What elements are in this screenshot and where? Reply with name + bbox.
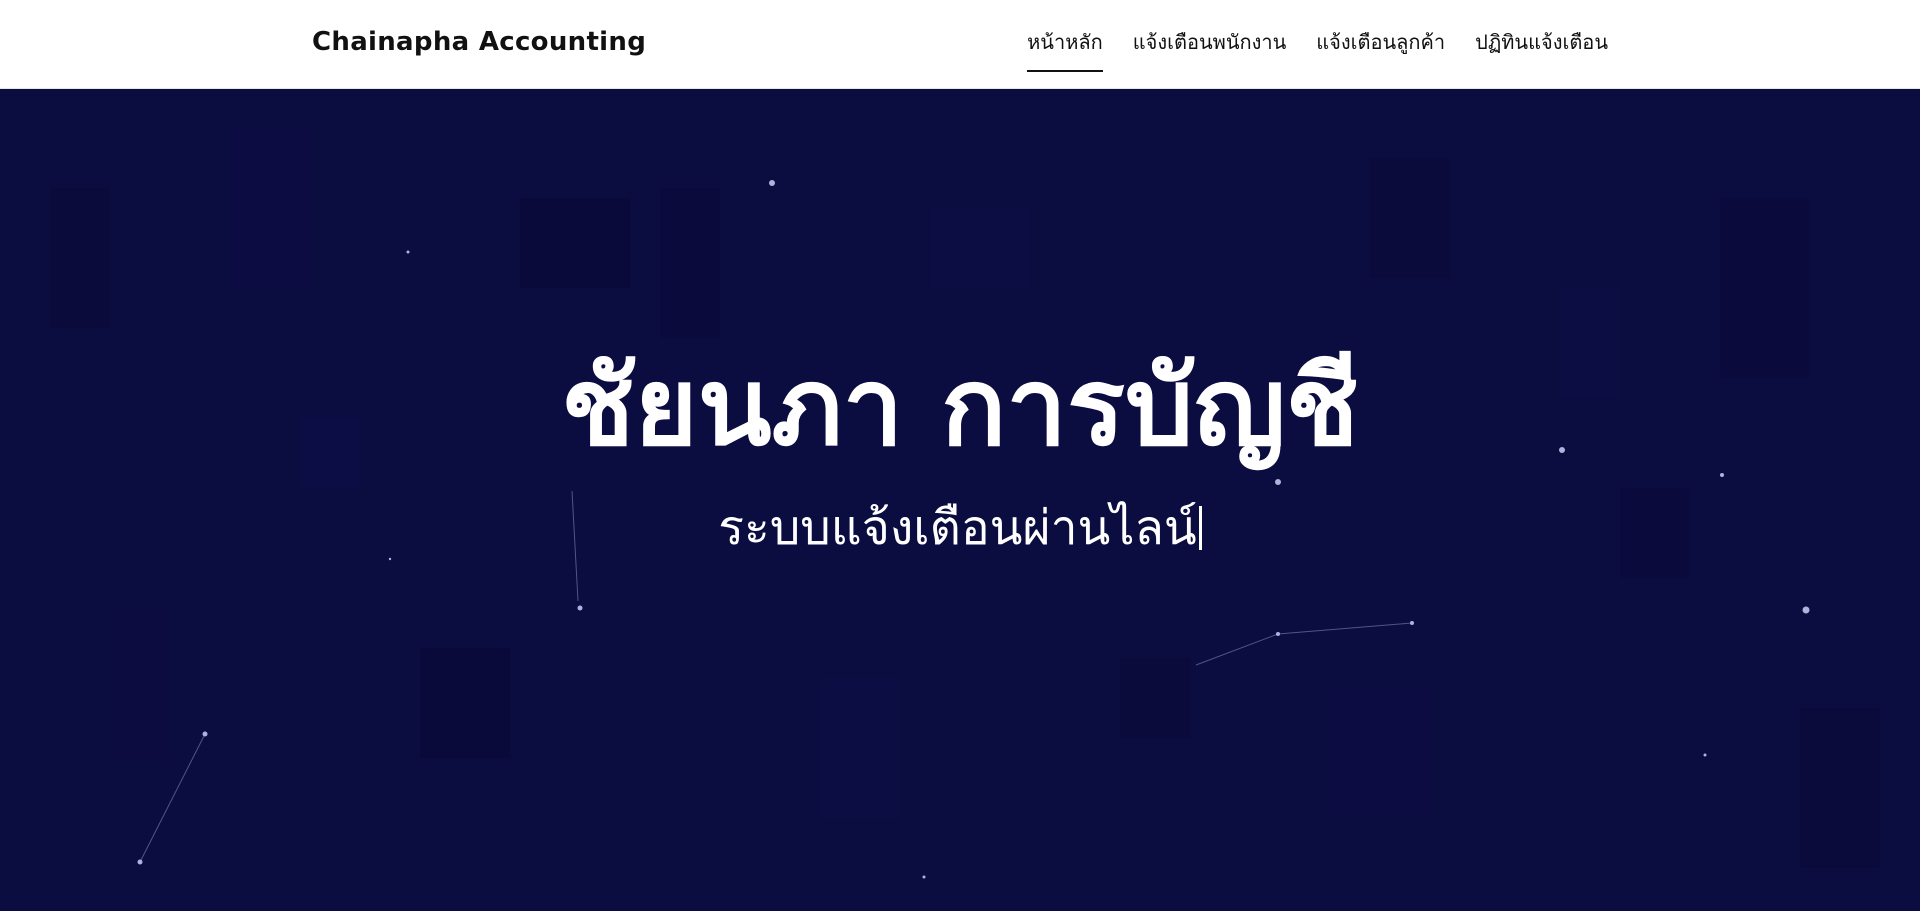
- nav-item-alert-calendar[interactable]: ปฏิทินแจ้งเตือน: [1475, 0, 1608, 88]
- main-nav: หน้าหลัก แจ้งเตือนพนักงาน แจ้งเตือนลูกค้…: [1027, 0, 1608, 88]
- hero-subtitle-typing: ระบบแจ้งเตือนผ่านไลน์: [0, 500, 1920, 558]
- top-navbar: Chainapha Accounting หน้าหลัก แจ้งเตือนพ…: [0, 0, 1920, 89]
- hero-subtitle-text: ระบบแจ้งเตือนผ่านไลน์: [718, 500, 1197, 556]
- nav-item-employee-alerts[interactable]: แจ้งเตือนพนักงาน: [1133, 0, 1287, 88]
- nav-item-customer-alerts[interactable]: แจ้งเตือนลูกค้า: [1316, 0, 1445, 88]
- typing-cursor: [1198, 506, 1202, 550]
- nav-item-home[interactable]: หน้าหลัก: [1027, 0, 1103, 88]
- hero-section: ชัยนภา การบัญชี ระบบแจ้งเตือนผ่านไลน์: [0, 88, 1920, 911]
- brand-logo-text[interactable]: Chainapha Accounting: [312, 27, 646, 57]
- hero-title: ชัยนภา การบัญชี: [561, 344, 1359, 470]
